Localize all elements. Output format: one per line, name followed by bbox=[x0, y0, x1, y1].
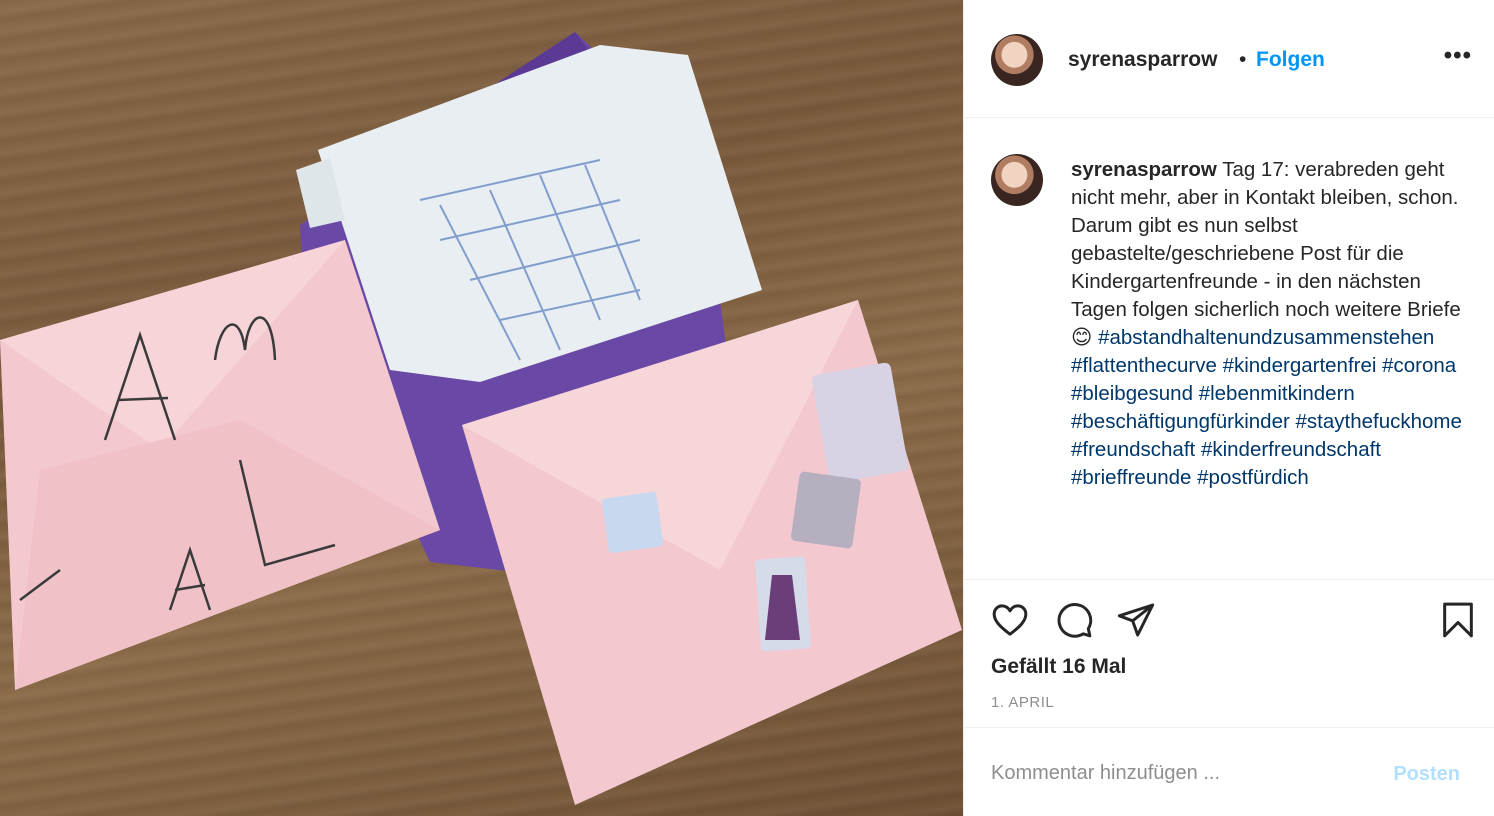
photo-envelopes bbox=[0, 32, 962, 805]
caption-username[interactable]: syrenasparrow bbox=[1071, 158, 1217, 181]
post-comment-button[interactable]: Posten bbox=[1393, 763, 1460, 786]
comment-icon[interactable] bbox=[1054, 600, 1094, 640]
caption-section: syrenasparrow Tag 17: verabreden geht ni… bbox=[964, 118, 1494, 580]
hashtag[interactable]: #bleibgesund bbox=[1071, 382, 1193, 405]
hashtag[interactable]: #kinderfreundschaft bbox=[1201, 438, 1381, 461]
hashtag[interactable]: #freundschaft bbox=[1071, 438, 1195, 461]
likes-count[interactable]: Gefällt 16 Mal bbox=[991, 655, 1126, 679]
sticker-frozen-small bbox=[602, 491, 664, 553]
header-username[interactable]: syrenasparrow bbox=[1068, 48, 1217, 72]
post-sidebar: syrenasparrow • Folgen ••• syrenasparrow… bbox=[963, 0, 1494, 816]
post-date[interactable]: 1. APRIL bbox=[991, 694, 1054, 711]
post-photo[interactable] bbox=[0, 0, 963, 816]
header-separator: • bbox=[1239, 48, 1247, 71]
hashtag[interactable]: #brieffreunde bbox=[1071, 466, 1191, 489]
caption-text: syrenasparrow Tag 17: verabreden geht ni… bbox=[1071, 156, 1471, 492]
caption-body: Tag 17: verabreden geht nicht mehr, aber… bbox=[1071, 158, 1461, 349]
hashtag[interactable]: #beschäftigungfürkinder bbox=[1071, 410, 1290, 433]
caption-avatar[interactable] bbox=[991, 154, 1043, 206]
follow-button[interactable]: Folgen bbox=[1256, 48, 1325, 72]
avatar[interactable] bbox=[991, 34, 1043, 86]
hashtag[interactable]: #postfürdich bbox=[1197, 466, 1309, 489]
hashtag[interactable]: #flattenthecurve bbox=[1071, 354, 1217, 377]
heart-icon[interactable] bbox=[990, 600, 1030, 640]
bookmark-icon[interactable] bbox=[1438, 600, 1478, 640]
post-header: syrenasparrow • Folgen ••• bbox=[964, 0, 1494, 118]
hashtag[interactable]: #abstandhaltenundzusammenstehen bbox=[1098, 326, 1434, 349]
comment-box: Posten bbox=[964, 728, 1494, 816]
hashtag[interactable]: #kindergartenfrei bbox=[1223, 354, 1377, 377]
hashtag[interactable]: #lebenmitkindern bbox=[1199, 382, 1355, 405]
hashtag[interactable]: #staythefuckhome bbox=[1296, 410, 1462, 433]
hashtag[interactable]: #corona bbox=[1382, 354, 1456, 377]
more-options-icon[interactable]: ••• bbox=[1444, 42, 1472, 70]
sticker-olaf bbox=[791, 471, 861, 549]
action-bar: Gefällt 16 Mal 1. APRIL bbox=[964, 580, 1494, 728]
comment-input[interactable] bbox=[991, 758, 1371, 788]
share-icon[interactable] bbox=[1116, 600, 1156, 640]
